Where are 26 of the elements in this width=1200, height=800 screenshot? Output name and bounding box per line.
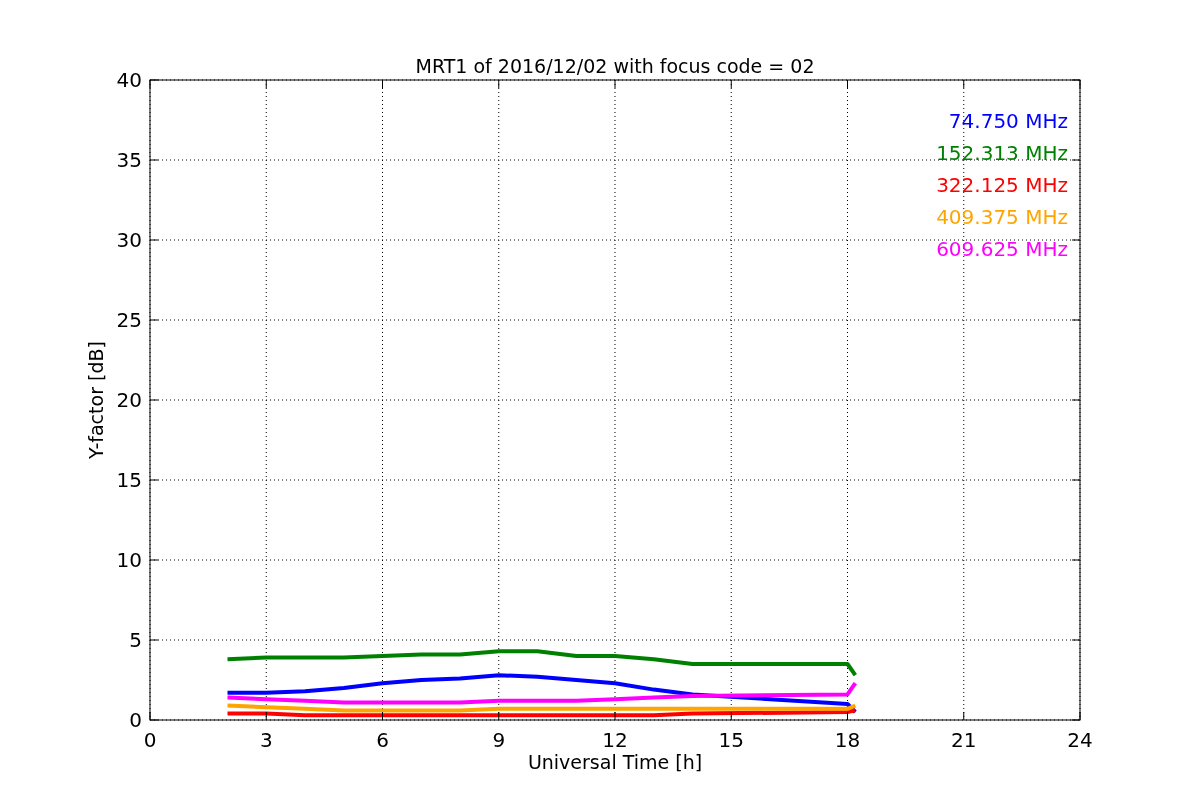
- y-tick-label: 35: [116, 148, 142, 172]
- x-tick-label: 21: [951, 728, 977, 752]
- x-tick-label: 18: [834, 728, 861, 752]
- x-tick-label: 24: [1067, 728, 1093, 752]
- x-tick-label: 3: [259, 728, 273, 752]
- y-tick-label: 15: [116, 468, 142, 492]
- y-tick-label: 40: [116, 68, 142, 92]
- legend-label: 409.375 MHz: [936, 205, 1068, 229]
- y-axis-label: Y-factor [dB]: [85, 341, 107, 459]
- x-tick-label: 12: [602, 728, 628, 752]
- chart-title: MRT1 of 2016/12/02 with focus code = 02: [415, 55, 815, 77]
- x-tick-label: 9: [492, 728, 506, 752]
- x-tick-label: 6: [376, 728, 389, 752]
- y-tick-label: 25: [116, 308, 142, 332]
- y-tick-label: 10: [116, 548, 142, 572]
- legend-label: 322.125 MHz: [936, 173, 1068, 197]
- y-tick-label: 20: [116, 388, 142, 412]
- x-tick-label: 0: [143, 728, 157, 752]
- legend-label: 152.313 MHz: [936, 141, 1068, 165]
- x-axis-label: Universal Time [h]: [527, 751, 703, 773]
- y-tick-label: 0: [129, 708, 142, 732]
- legend-label: 74.750 MHz: [948, 109, 1068, 133]
- x-tick-label: 15: [718, 728, 744, 752]
- y-tick-label: 5: [129, 628, 142, 652]
- y-tick-label: 30: [116, 228, 142, 252]
- legend-label: 609.625 MHz: [936, 237, 1068, 261]
